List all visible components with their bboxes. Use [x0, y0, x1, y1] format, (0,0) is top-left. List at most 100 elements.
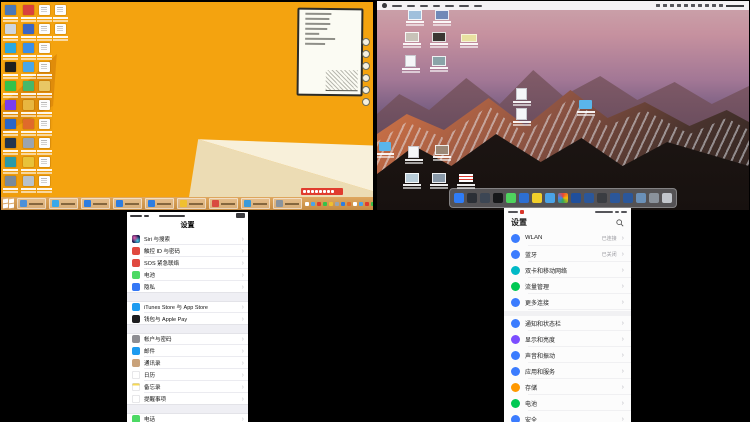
desktop-icon[interactable]: [432, 32, 446, 42]
widget-button[interactable]: [362, 50, 370, 58]
desktop-icon[interactable]: [23, 176, 34, 186]
status-icon[interactable]: [656, 4, 660, 7]
widget-button[interactable]: [362, 98, 370, 106]
settings-row[interactable]: 电池 ›: [127, 269, 248, 281]
widget-button[interactable]: [362, 62, 370, 70]
desktop-icon[interactable]: [5, 24, 16, 34]
desktop-icon[interactable]: [55, 5, 66, 15]
settings-row[interactable]: 电话 ›: [127, 413, 248, 422]
desktop-icon[interactable]: [5, 62, 16, 72]
desktop-icon[interactable]: [5, 5, 16, 15]
tray-icon[interactable]: [359, 202, 363, 206]
desktop-icon[interactable]: [5, 176, 16, 186]
widget-button[interactable]: [362, 74, 370, 82]
desktop-icon[interactable]: [5, 81, 16, 91]
dock-app-icon[interactable]: [519, 193, 529, 203]
taskbar-app-button[interactable]: [209, 198, 238, 209]
dock-app-icon[interactable]: [649, 193, 659, 203]
desktop-icon[interactable]: [516, 88, 527, 100]
desktop-icon[interactable]: [435, 10, 449, 20]
desktop-icon[interactable]: [5, 119, 16, 129]
settings-row[interactable]: 双卡和移动网络 ›: [504, 262, 631, 278]
status-icon[interactable]: [705, 4, 709, 7]
desktop-icon[interactable]: [408, 10, 422, 20]
desktop-icon[interactable]: [39, 157, 50, 167]
dock-app-icon[interactable]: [493, 193, 503, 203]
desktop-icon[interactable]: [23, 100, 34, 110]
search-icon[interactable]: [616, 219, 624, 227]
desktop-icon[interactable]: [405, 173, 419, 183]
status-icon[interactable]: [684, 4, 688, 7]
menu-item[interactable]: [474, 5, 482, 7]
settings-row[interactable]: 应用和服务 ›: [504, 363, 631, 379]
settings-row[interactable]: WLAN 已连接 ›: [504, 230, 631, 246]
desktop-icon[interactable]: [23, 119, 34, 129]
desktop-icon[interactable]: [39, 138, 50, 148]
status-icon[interactable]: [670, 4, 674, 7]
desktop-icon[interactable]: [55, 24, 66, 34]
status-icon[interactable]: [712, 4, 716, 7]
settings-row[interactable]: 蓝牙 已关闭 ›: [504, 246, 631, 262]
desktop-icon[interactable]: [23, 81, 34, 91]
dock-app-icon[interactable]: [571, 193, 581, 203]
desktop-icon[interactable]: [23, 24, 34, 34]
settings-row[interactable]: 触控 ID 与密码 ›: [127, 245, 248, 257]
menu-item[interactable]: [392, 5, 402, 7]
desktop-icon[interactable]: [405, 32, 419, 42]
dock-app-icon[interactable]: [454, 193, 464, 203]
desktop-icon[interactable]: [432, 173, 446, 183]
status-icon[interactable]: [719, 4, 723, 7]
status-icon[interactable]: [663, 4, 667, 7]
status-icon[interactable]: [698, 4, 702, 7]
desktop-icon[interactable]: [461, 34, 477, 42]
tray-icon[interactable]: [305, 202, 309, 206]
tray-icon[interactable]: [347, 202, 351, 206]
tray-icon[interactable]: [311, 202, 315, 206]
desktop-icon[interactable]: [459, 174, 473, 182]
desktop-icon[interactable]: [5, 100, 16, 110]
desktop-icon[interactable]: [579, 100, 592, 109]
start-button[interactable]: [3, 198, 14, 209]
settings-row[interactable]: 安全 ›: [504, 411, 631, 422]
desktop-icon[interactable]: [5, 43, 16, 53]
dock-app-icon[interactable]: [558, 193, 568, 203]
menu-item[interactable]: [445, 5, 454, 7]
taskbar-app-button[interactable]: [49, 198, 78, 209]
desktop-icon[interactable]: [23, 43, 34, 53]
dock-app-icon[interactable]: [610, 193, 620, 203]
settings-row[interactable]: 日历 ›: [127, 369, 248, 381]
dock-app-icon[interactable]: [532, 193, 542, 203]
desktop-icon[interactable]: [39, 5, 50, 15]
desktop-icon[interactable]: [39, 24, 50, 34]
settings-row[interactable]: 流量管理 ›: [504, 278, 631, 294]
status-icon[interactable]: [677, 4, 681, 7]
security-alert-badge[interactable]: [301, 188, 343, 195]
dock-app-icon[interactable]: [662, 193, 672, 203]
menu-item[interactable]: [420, 5, 428, 7]
menu-item[interactable]: [407, 5, 415, 7]
settings-row[interactable]: SOS 紧急联络 ›: [127, 257, 248, 269]
settings-row[interactable]: 显示和亮度 ›: [504, 331, 631, 347]
settings-row[interactable]: 邮件 ›: [127, 345, 248, 357]
settings-row[interactable]: 更多连接 ›: [504, 294, 631, 310]
settings-row[interactable]: 通讯录 ›: [127, 357, 248, 369]
tray-icon[interactable]: [353, 202, 357, 206]
tray-icon[interactable]: [323, 202, 327, 206]
settings-row[interactable]: 帐户与密码 ›: [127, 333, 248, 345]
widget-button[interactable]: [362, 86, 370, 94]
tray-icon[interactable]: [341, 202, 345, 206]
menu-bar-clock[interactable]: [726, 5, 744, 7]
desktop-icon[interactable]: [23, 62, 34, 72]
dock-app-icon[interactable]: [584, 193, 594, 203]
taskbar-app-button[interactable]: [17, 198, 46, 209]
dock-app-icon[interactable]: [480, 193, 490, 203]
settings-row[interactable]: 通知和状态栏 ›: [504, 315, 631, 331]
settings-row[interactable]: 存储 ›: [504, 379, 631, 395]
tray-icon[interactable]: [317, 202, 321, 206]
desktop-icon[interactable]: [39, 81, 50, 91]
desktop-icon[interactable]: [39, 100, 50, 110]
desktop-icon[interactable]: [432, 56, 446, 66]
desktop-icon[interactable]: [435, 145, 449, 155]
tray-icon[interactable]: [335, 202, 339, 206]
tray-icon[interactable]: [329, 202, 333, 206]
